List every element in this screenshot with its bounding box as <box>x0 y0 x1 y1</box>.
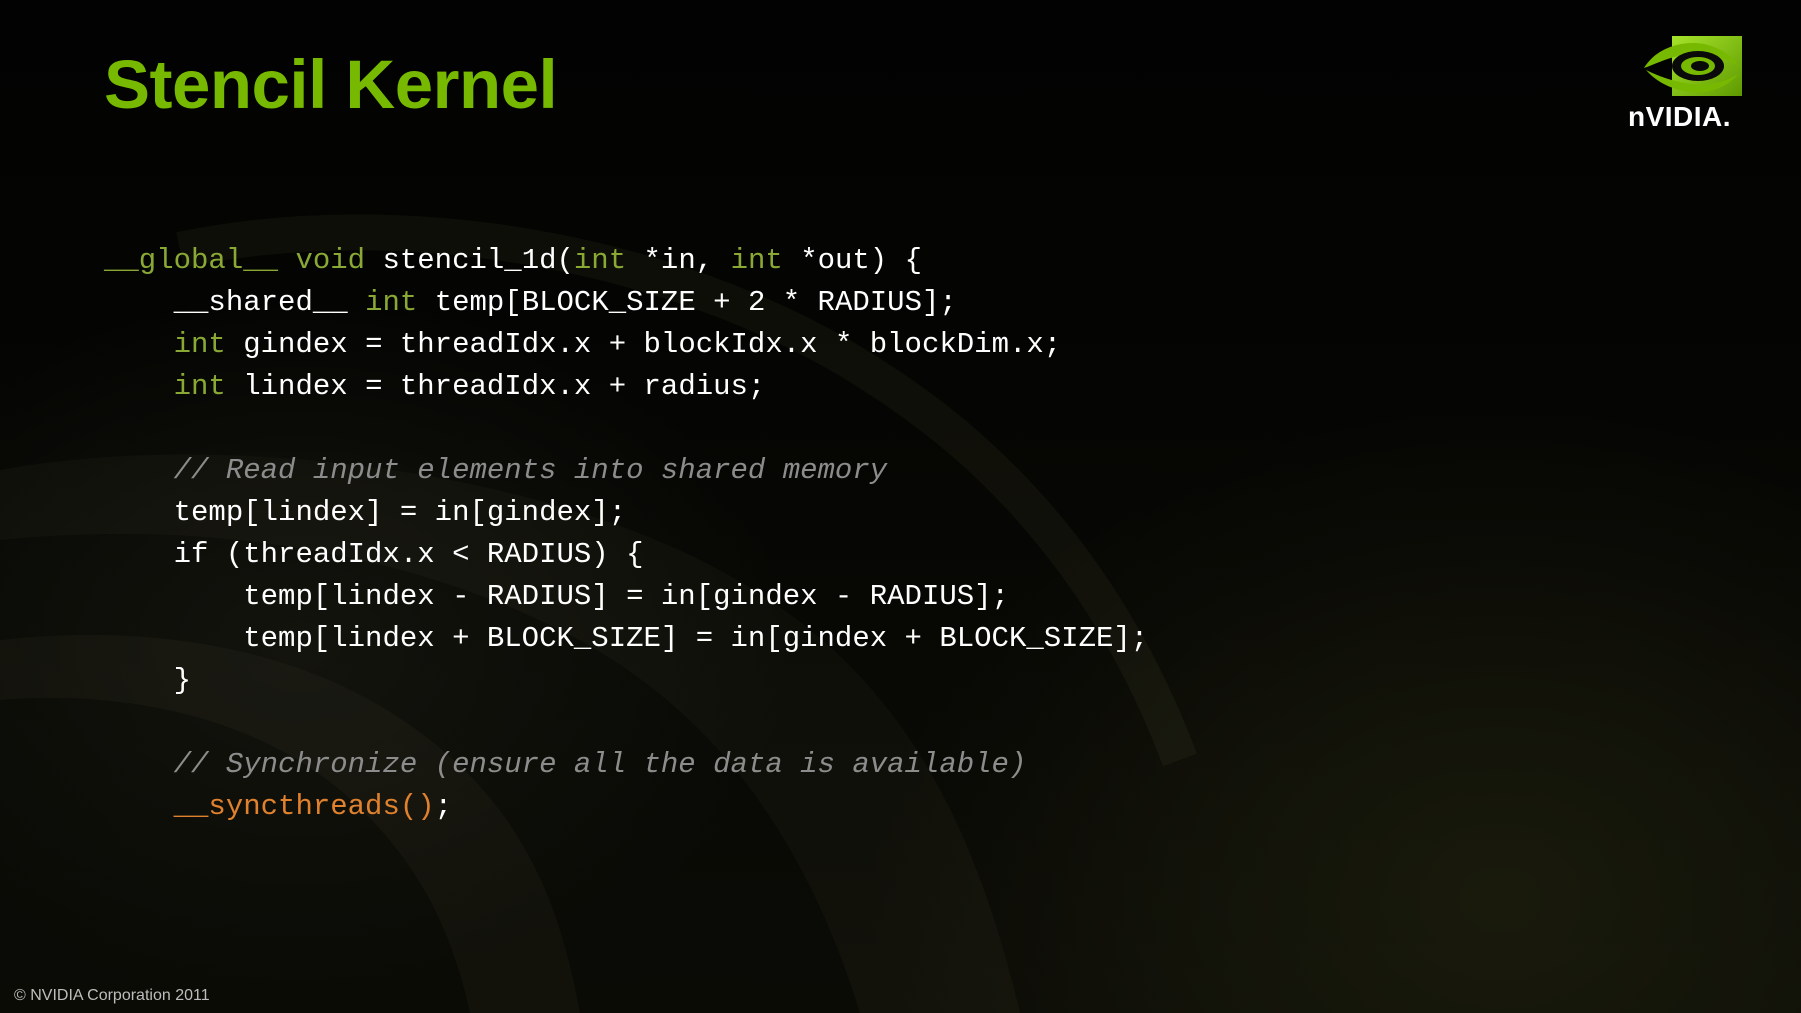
code-text: ; <box>434 790 453 823</box>
code-function-call: __syncthreads() <box>173 790 435 823</box>
code-line: if (threadIdx.x < RADIUS) { <box>104 534 1148 576</box>
code-keyword: int <box>573 244 627 277</box>
code-text: temp[lindex] = in[gindex]; <box>173 496 627 529</box>
code-line: __syncthreads(); <box>104 786 1148 828</box>
code-line: int gindex = threadIdx.x + blockIdx.x * … <box>104 324 1148 366</box>
code-comment: // Read input elements into shared memor… <box>173 454 888 487</box>
nvidia-logo: nVIDIA. <box>1628 34 1764 134</box>
code-line: // Read input elements into shared memor… <box>104 450 1148 492</box>
code-keyword: int <box>365 286 418 319</box>
code-line: temp[lindex - RADIUS] = in[gindex - RADI… <box>104 576 1148 618</box>
code-line: temp[lindex + BLOCK_SIZE] = in[gindex + … <box>104 618 1148 660</box>
code-text: if (threadIdx.x < RADIUS) { <box>173 538 644 571</box>
nvidia-wordmark: nVIDIA. <box>1628 101 1732 132</box>
code-line: int lindex = threadIdx.x + radius; <box>104 366 1148 408</box>
code-line: temp[lindex] = in[gindex]; <box>104 492 1148 534</box>
code-keyword: int <box>173 370 226 403</box>
code-keyword: void <box>295 244 366 277</box>
code-text: temp[lindex + BLOCK_SIZE] = in[gindex + … <box>243 622 1149 655</box>
code-keyword: int <box>730 244 783 277</box>
code-keyword: int <box>173 328 226 361</box>
code-text: *out) { <box>800 244 923 277</box>
code-line: __shared__ int temp[BLOCK_SIZE + 2 * RAD… <box>104 282 1148 324</box>
code-text: *in, <box>643 244 714 277</box>
slide: Stencil Kernel nVIDIA. __global__ void s… <box>0 0 1801 1013</box>
code-keyword: __global__ <box>104 244 279 277</box>
code-line: // Synchronize (ensure all the data is a… <box>104 744 1148 786</box>
nvidia-eye-icon <box>1644 36 1742 96</box>
copyright-footer: © NVIDIA Corporation 2011 <box>14 987 210 1004</box>
code-text: gindex = threadIdx.x + blockIdx.x * bloc… <box>243 328 1062 361</box>
code-text: stencil_1d( <box>382 244 574 277</box>
code-block: __global__ void stencil_1d(int *in, int … <box>104 240 1148 828</box>
code-line: } <box>104 660 1148 702</box>
code-text: } <box>173 664 192 697</box>
slide-title: Stencil Kernel <box>104 46 558 123</box>
code-text: temp[lindex - RADIUS] = in[gindex - RADI… <box>243 580 1009 613</box>
code-line: __global__ void stencil_1d(int *in, int … <box>104 240 1148 282</box>
code-text: temp[BLOCK_SIZE + 2 * RADIUS]; <box>434 286 957 319</box>
code-comment: // Synchronize (ensure all the data is a… <box>173 748 1027 781</box>
code-text: lindex = threadIdx.x + radius; <box>243 370 766 403</box>
code-text: __shared__ <box>173 286 348 319</box>
